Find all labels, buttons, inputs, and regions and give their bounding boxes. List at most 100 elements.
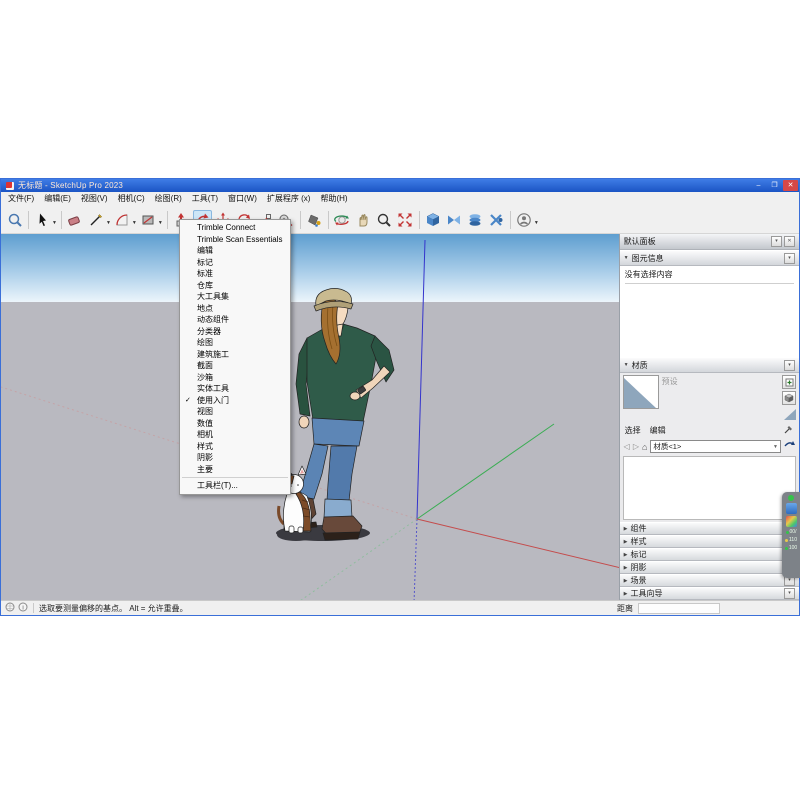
arc-icon[interactable] (113, 210, 132, 229)
tray-close-button[interactable]: ✕ (784, 236, 795, 247)
rectangle-dropdown-caret[interactable]: ▼ (158, 220, 163, 226)
context-menu-item[interactable]: 截面 (180, 360, 290, 372)
paint-bucket-icon[interactable] (305, 210, 324, 229)
context-menu-item[interactable]: 大工具集 (180, 291, 290, 303)
3d-warehouse-icon[interactable] (424, 210, 443, 229)
context-menu-item[interactable]: Trimble Connect (180, 222, 290, 234)
context-menu-item[interactable]: 实体工具 (180, 383, 290, 395)
eraser-icon[interactable] (66, 210, 85, 229)
screen-overlay-widget[interactable]: 00/110100 (782, 492, 800, 578)
select-icon[interactable] (33, 210, 52, 229)
modeling-viewport[interactable] (1, 234, 619, 600)
line-icon[interactable] (87, 210, 106, 229)
green-axis (417, 424, 554, 519)
menubar-item[interactable]: 编辑(E) (39, 192, 76, 206)
entity-info-body: 没有选择内容 (620, 266, 799, 357)
section-样式[interactable]: ▶样式▾ (620, 535, 799, 548)
context-menu-item[interactable]: 相机 (180, 429, 290, 441)
context-menu-item[interactable]: 动态组件 (180, 314, 290, 326)
context-menu-item[interactable]: 主要 (180, 464, 290, 476)
material-collection-select[interactable]: 材质<1> ▼ (650, 440, 781, 453)
menubar-item[interactable]: 帮助(H) (315, 192, 352, 206)
extension-warehouse-icon[interactable] (487, 210, 506, 229)
materials-list[interactable] (623, 456, 796, 520)
context-menu-item[interactable]: 工具栏(T)... (180, 480, 290, 492)
share-model-icon[interactable] (445, 210, 464, 229)
section-entity-info[interactable]: ▼ 图元信息 ▾ (620, 250, 799, 266)
context-menu-item[interactable]: 数值 (180, 418, 290, 430)
tab-select[interactable]: 选择 (625, 425, 641, 436)
context-menu-item[interactable]: 阴影 (180, 452, 290, 464)
orbit-icon[interactable] (333, 210, 352, 229)
section-阴影[interactable]: ▶阴影▾ (620, 561, 799, 574)
toolbar-separator (300, 211, 301, 229)
credits-info-icon[interactable]: i (18, 602, 28, 614)
context-menu-item[interactable]: 绘图 (180, 337, 290, 349)
account-icon[interactable] (515, 210, 534, 229)
create-material-button[interactable] (782, 375, 796, 389)
tab-edit[interactable]: 编辑 (650, 425, 666, 436)
menubar-item[interactable]: 视图(V) (76, 192, 113, 206)
account-dropdown-caret[interactable]: ▼ (534, 220, 539, 226)
details-arrow-icon[interactable] (784, 440, 795, 453)
menubar-item[interactable]: 文件(F) (3, 192, 39, 206)
title-bar: 无标题 - SketchUp Pro 2023 ‒ ❐ ✕ (1, 179, 799, 192)
context-menu-item[interactable]: 分类器 (180, 326, 290, 338)
in-model-icon[interactable]: ⌂ (642, 442, 647, 452)
arc-dropdown-caret[interactable]: ▼ (132, 220, 137, 226)
context-menu-item[interactable]: ✓使用入门 (180, 395, 290, 407)
context-menu-item[interactable]: 仓库 (180, 280, 290, 292)
section-工具向导[interactable]: ▶工具向导▾ (620, 587, 799, 600)
sketchup-window: 无标题 - SketchUp Pro 2023 ‒ ❐ ✕ 文件(F)编辑(E)… (0, 178, 800, 616)
share-component-icon[interactable] (466, 210, 485, 229)
section-场景[interactable]: ▶场景▾ (620, 574, 799, 587)
toolbars-context-menu: Trimble ConnectTrimble Scan Essentials编辑… (179, 219, 291, 495)
zoom-extents-icon[interactable] (396, 210, 415, 229)
context-menu-item[interactable]: Trimble Scan Essentials (180, 234, 290, 246)
sample-paint-dropper-icon[interactable] (784, 424, 794, 436)
measurement-input[interactable] (638, 603, 720, 614)
context-menu-item[interactable]: 标记 (180, 257, 290, 269)
menubar-item[interactable]: 扩展程序 (x) (262, 192, 316, 206)
section-options-button[interactable]: ▾ (784, 253, 795, 264)
search-icon[interactable] (5, 210, 24, 229)
tray-pin-button[interactable]: ▾ (771, 236, 782, 247)
section-materials[interactable]: ▼ 材质 ▾ (620, 357, 799, 373)
materials-body: 预设 选择 编辑 (620, 373, 799, 456)
pan-icon[interactable] (354, 210, 373, 229)
menubar-item[interactable]: 窗口(W) (223, 192, 262, 206)
chevron-right-icon: ▶ (624, 526, 628, 532)
maximize-button[interactable]: ❐ (767, 180, 782, 191)
context-menu-item[interactable]: 沙箱 (180, 372, 290, 384)
forward-arrow-icon[interactable]: ▷ (633, 442, 639, 451)
overlay-app-icon[interactable] (786, 503, 797, 514)
context-menu-item[interactable]: 样式 (180, 441, 290, 453)
line-dropdown-caret[interactable]: ▼ (106, 220, 111, 226)
material-name-field[interactable]: 预设 (662, 375, 779, 420)
menubar-item[interactable]: 绘图(R) (150, 192, 187, 206)
minimize-button[interactable]: ‒ (751, 180, 766, 191)
select-dropdown-caret[interactable]: ▼ (52, 220, 57, 226)
paint-model-button[interactable] (782, 391, 796, 405)
zoom-icon[interactable] (375, 210, 394, 229)
context-menu-item[interactable]: 编辑 (180, 245, 290, 257)
context-menu-item[interactable]: 建筑施工 (180, 349, 290, 361)
section-options-button[interactable]: ▾ (784, 588, 795, 599)
checkmark-icon: ✓ (185, 396, 191, 406)
menubar-item[interactable]: 相机(C) (113, 192, 150, 206)
back-arrow-icon[interactable]: ◁ (624, 442, 630, 451)
close-button[interactable]: ✕ (783, 180, 798, 191)
geolocation-icon[interactable] (5, 602, 15, 614)
context-menu-item[interactable]: 标准 (180, 268, 290, 280)
svg-text:i: i (22, 605, 23, 611)
section-标记[interactable]: ▶标记▾ (620, 548, 799, 561)
context-menu-item[interactable]: 视图 (180, 406, 290, 418)
rectangle-icon[interactable] (139, 210, 158, 229)
context-menu-item[interactable]: 地点 (180, 303, 290, 315)
overlay-color-icon[interactable] (786, 516, 797, 527)
section-组件[interactable]: ▶组件▾ (620, 522, 799, 535)
default-tray-panel: 默认面板 ▾ ✕ ▼ 图元信息 ▾ 没有选择内容 ▼ 材质 ▾ 预设 (619, 234, 799, 600)
section-options-button[interactable]: ▾ (784, 360, 795, 371)
material-preview (623, 375, 659, 409)
menubar-item[interactable]: 工具(T) (187, 192, 223, 206)
